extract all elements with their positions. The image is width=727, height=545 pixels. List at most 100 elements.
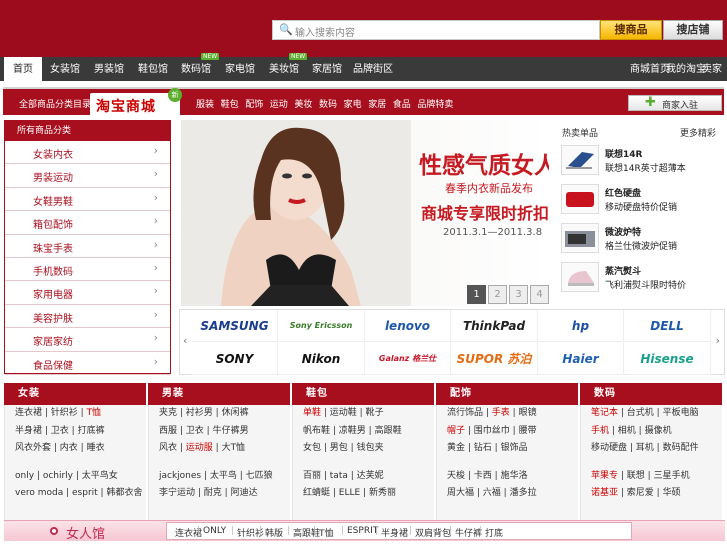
nav-right-link-1[interactable]: 我的淘宝	[666, 57, 706, 81]
category-column-title[interactable]: 数码	[580, 383, 722, 405]
category-link[interactable]: 帆布鞋	[303, 426, 330, 436]
mall-category-4[interactable]: 美妆	[294, 97, 312, 110]
mall-category-5[interactable]: 数码	[319, 97, 337, 110]
category-link[interactable]: 西服	[159, 426, 177, 436]
women-link[interactable]: ONLY	[203, 526, 226, 536]
banner-page-3[interactable]: 3	[509, 285, 528, 304]
category-link[interactable]: 七匹狼	[246, 471, 273, 481]
brand-logo[interactable]: SUPOR 苏泊尔	[451, 343, 538, 398]
brand-logo[interactable]: Haier	[538, 343, 624, 375]
nav-item-3[interactable]: 鞋包馆	[134, 57, 172, 81]
women-link[interactable]: ESPRIT	[347, 526, 378, 536]
category-link[interactable]: 风衣	[159, 443, 177, 453]
women-hall-title[interactable]: 女人馆	[66, 523, 105, 542]
category-link[interactable]: 牛仔裤男	[213, 426, 249, 436]
category-link[interactable]: 钱包夹	[357, 443, 384, 453]
category-link[interactable]: 周大福	[447, 488, 474, 498]
category-link[interactable]: 施华洛	[501, 471, 528, 481]
product-item[interactable]: 联想14R 联想14R英寸超薄本	[561, 145, 721, 183]
brand-logo[interactable]: DELL	[624, 310, 711, 342]
category-link[interactable]: T恤	[87, 408, 102, 418]
category-row[interactable]: 手机数码 ›	[5, 258, 170, 282]
mall-category-6[interactable]: 家电	[344, 97, 362, 110]
category-link[interactable]: only	[15, 471, 34, 481]
women-link[interactable]: 打底	[485, 526, 503, 539]
women-link[interactable]: 韩版	[265, 526, 283, 539]
category-link[interactable]: 移动硬盘	[591, 443, 627, 453]
mall-category-3[interactable]: 运动	[270, 97, 288, 110]
category-link[interactable]: 相机	[618, 426, 636, 436]
mall-category-9[interactable]: 品牌特卖	[417, 97, 453, 110]
mall-category-2[interactable]: 配饰	[245, 97, 263, 110]
mall-logo[interactable]: 淘宝商城 新	[90, 88, 182, 117]
category-link[interactable]: 耐克	[204, 488, 222, 498]
category-row[interactable]: 女鞋男鞋 ›	[5, 188, 170, 212]
category-link[interactable]: 摄像机	[645, 426, 672, 436]
women-link[interactable]: T恤	[319, 526, 334, 539]
category-link[interactable]: 靴子	[366, 408, 384, 418]
category-link[interactable]: 运动鞋	[330, 408, 357, 418]
category-link[interactable]: 联想	[627, 471, 645, 481]
category-row[interactable]: 家居家纺 ›	[5, 328, 170, 352]
brand-logo[interactable]: SAMSUNG	[192, 310, 278, 342]
category-link[interactable]: 凉鞋男	[339, 426, 366, 436]
category-link[interactable]: 打底裤	[78, 426, 105, 436]
category-link[interactable]: ochirly	[43, 471, 73, 481]
category-link[interactable]: 索尼爱	[627, 488, 654, 498]
category-link[interactable]: 流行饰品	[447, 408, 483, 418]
brand-logo[interactable]: hp	[538, 310, 624, 342]
chevron-right-icon[interactable]: ›	[716, 334, 720, 347]
category-link[interactable]: 新秀丽	[369, 488, 396, 498]
category-link[interactable]: 平板电脑	[663, 408, 699, 418]
category-link[interactable]: 内衣	[60, 443, 78, 453]
category-link[interactable]: 天梭	[447, 471, 465, 481]
category-link[interactable]: ELLE	[339, 488, 360, 498]
search-shop-button[interactable]: 搜店铺	[663, 20, 723, 40]
category-link[interactable]: 运动服	[186, 443, 213, 453]
mall-category-8[interactable]: 食品	[393, 97, 411, 110]
nav-item-1[interactable]: 女装馆	[46, 57, 84, 81]
category-row[interactable]: 珠宝手表 ›	[5, 235, 170, 258]
category-link[interactable]: 大T恤	[222, 443, 246, 453]
merchant-join-button[interactable]: ✚ 商家入驻	[628, 95, 722, 111]
category-row[interactable]: 家用电器 ›	[5, 281, 170, 305]
banner-page-2[interactable]: 2	[488, 285, 507, 304]
nav-item-5[interactable]: 家电馆	[221, 57, 259, 81]
nav-right-link-2[interactable]: 卖家中心	[702, 57, 727, 100]
brand-logo[interactable]: Hisense	[624, 343, 711, 375]
banner-page-4[interactable]: 4	[530, 285, 549, 304]
category-link[interactable]: 黄金	[447, 443, 465, 453]
nav-item-7[interactable]: 家居馆	[308, 57, 346, 81]
category-link[interactable]: 太平鸟女	[82, 471, 118, 481]
category-link[interactable]: 太平鸟	[210, 471, 237, 481]
nav-item-8[interactable]: 品牌街区	[352, 57, 394, 81]
category-link[interactable]: 达芙妮	[357, 471, 384, 481]
category-link[interactable]: 卫衣	[51, 426, 69, 436]
category-link[interactable]: 华硕	[663, 488, 681, 498]
brand-logo[interactable]: Sony Ericsson	[278, 310, 365, 342]
category-link[interactable]: 银饰品	[501, 443, 528, 453]
category-link[interactable]: 苹果专	[591, 471, 618, 481]
category-link[interactable]: 诺基亚	[591, 488, 618, 498]
category-link[interactable]: vero moda	[15, 488, 63, 498]
category-link[interactable]: esprit	[72, 488, 98, 498]
category-link[interactable]: jackjones	[159, 471, 201, 481]
category-link[interactable]: 男包	[330, 443, 348, 453]
category-link[interactable]: 风衣外套	[15, 443, 51, 453]
category-link[interactable]: 红蜻蜓	[303, 488, 330, 498]
category-link[interactable]: 半身裙	[15, 426, 42, 436]
search-input[interactable]: 🔍 输入搜索内容	[272, 20, 600, 40]
category-link[interactable]: 数码配件	[663, 443, 699, 453]
category-row[interactable]: 食品保健 ›	[5, 352, 170, 375]
category-link[interactable]: 高跟鞋	[375, 426, 402, 436]
product-item[interactable]: 微波炉特 格兰仕微波炉促销	[561, 223, 721, 261]
category-link[interactable]: 耳机	[636, 443, 654, 453]
category-link[interactable]: 单鞋	[303, 408, 321, 418]
category-link[interactable]: 卡西	[474, 471, 492, 481]
brand-logo[interactable]: ThinkPad	[451, 310, 538, 342]
category-row[interactable]: 美容护肤 ›	[5, 305, 170, 329]
category-link[interactable]: 钻石	[474, 443, 492, 453]
category-column-title[interactable]: 鞋包	[292, 383, 434, 405]
category-column-title[interactable]: 配饰	[436, 383, 578, 405]
category-link[interactable]: 卫衣	[186, 426, 204, 436]
